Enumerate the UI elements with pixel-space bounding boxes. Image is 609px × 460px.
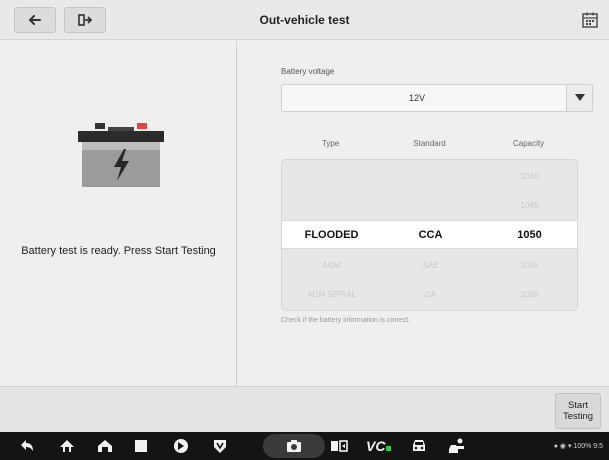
sys-back-icon[interactable]	[18, 437, 36, 455]
standard-cell[interactable]: SAE	[381, 261, 480, 270]
picker-row[interactable]: 1045	[282, 191, 577, 220]
standard-cell[interactable]: CCA	[381, 229, 480, 241]
picker-note: Check if the battery information is corr…	[281, 317, 411, 324]
camera-icon[interactable]	[285, 437, 303, 455]
battery-voltage-label: Battery voltage	[281, 67, 335, 76]
battery-voltage-select[interactable]: 12V	[281, 84, 593, 112]
picker-row[interactable]: AGM SPIRAL CA 1060	[282, 280, 577, 309]
status-area: ● ◉ ▾ 100% 9:5	[554, 442, 603, 450]
start-testing-button[interactable]: Start Testing	[555, 393, 601, 429]
picker-row[interactable]: 1040	[282, 162, 577, 191]
car-icon[interactable]	[410, 437, 428, 455]
battery-icon	[78, 123, 164, 187]
standard-cell[interactable]: CA	[381, 290, 480, 299]
right-panel: Battery voltage 12V Type Standard Capaci…	[238, 41, 609, 386]
column-header-type: Type	[321, 139, 340, 148]
battery-voltage-value: 12V	[408, 93, 425, 103]
page-title: Out-vehicle test	[259, 13, 350, 27]
capacity-cell[interactable]: 1060	[480, 290, 577, 299]
vci-icon[interactable]	[211, 437, 229, 455]
vci-connection-icon[interactable]: VC	[366, 437, 392, 455]
capacity-cell[interactable]: 1050	[480, 229, 577, 241]
start-label-line1: Start	[567, 400, 589, 411]
home-icon[interactable]	[96, 437, 114, 455]
remote-expert-icon[interactable]	[448, 437, 466, 455]
dropdown-button[interactable]	[566, 85, 592, 111]
recent-apps-icon[interactable]	[132, 437, 150, 455]
screen-mirror-icon[interactable]	[330, 437, 348, 455]
calendar-icon[interactable]	[581, 11, 599, 29]
chevron-down-icon	[574, 94, 585, 101]
status-text: 100% 9:5	[573, 443, 603, 450]
type-cell[interactable]: FLOODED	[282, 229, 381, 241]
left-panel: Battery test is ready. Press Start Testi…	[0, 41, 237, 386]
battery-picker[interactable]: 1040 1045 FLOODED CCA 1050 AGM SAE 1055 …	[281, 159, 578, 311]
picker-row-selected[interactable]: FLOODED CCA 1050	[282, 220, 577, 249]
column-header-standard: Standard	[413, 139, 446, 148]
ready-message: Battery test is ready. Press Start Testi…	[21, 245, 216, 257]
picker-row[interactable]: AGM SAE 1055	[282, 251, 577, 280]
home-up-icon[interactable]	[58, 437, 76, 455]
action-bar: Start Testing	[0, 386, 609, 432]
capacity-cell[interactable]: 1045	[480, 201, 577, 210]
top-bar: Out-vehicle test	[0, 0, 609, 40]
start-label-line2: Testing	[562, 411, 594, 422]
screen: Out-vehicle test Battery test is ready. …	[0, 0, 609, 460]
type-cell[interactable]: AGM SPIRAL	[282, 290, 381, 299]
capacity-cell[interactable]: 1040	[480, 172, 577, 181]
browser-icon[interactable]	[172, 437, 190, 455]
capacity-cell[interactable]: 1055	[480, 261, 577, 270]
svg-text:VC: VC	[366, 438, 386, 454]
column-header-capacity: Capacity	[512, 139, 545, 148]
status-icons: ● ◉ ▾	[553, 443, 574, 450]
picker-headers: Type Standard Capacity	[281, 139, 578, 148]
type-cell[interactable]: AGM	[282, 261, 381, 270]
